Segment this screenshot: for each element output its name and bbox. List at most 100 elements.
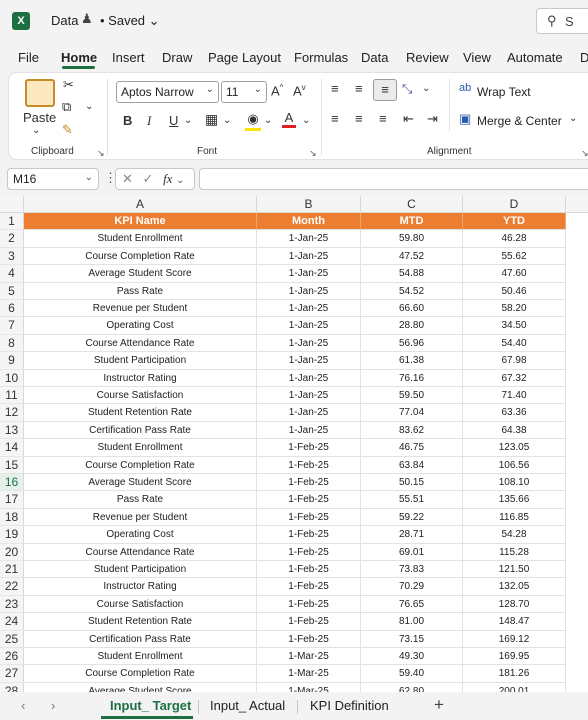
table-cell[interactable]: 54.40 <box>463 334 566 353</box>
table-cell[interactable]: Student Participation <box>24 561 257 579</box>
table-cell[interactable]: Student Retention Rate <box>24 613 257 631</box>
table-cell[interactable]: 1-Jan-25 <box>257 247 361 266</box>
table-cell[interactable]: 58.20 <box>463 300 566 318</box>
table-cell[interactable]: 1-Jan-25 <box>257 300 361 318</box>
paste-chevron-down-icon[interactable]: ⌄ <box>32 125 40 136</box>
table-cell[interactable]: 1-Jan-25 <box>257 230 361 248</box>
column-header-blank[interactable] <box>566 196 588 213</box>
table-cell[interactable]: 59.40 <box>361 665 463 683</box>
table-cell[interactable]: 49.30 <box>361 648 463 666</box>
table-cell[interactable]: 54.88 <box>361 265 463 283</box>
decrease-indent-icon[interactable]: ⇤ <box>403 111 414 127</box>
tab-view[interactable]: View <box>463 50 491 65</box>
table-cell[interactable]: 169.12 <box>463 630 566 648</box>
table-cell[interactable]: 135.66 <box>463 491 566 509</box>
next-sheet-icon[interactable]: › <box>51 698 55 713</box>
table-cell[interactable]: 62.80 <box>361 682 463 692</box>
table-cell[interactable]: 47.60 <box>463 265 566 283</box>
row-header[interactable]: 24 <box>0 613 24 631</box>
table-cell[interactable]: 55.51 <box>361 491 463 509</box>
table-cell[interactable]: 108.10 <box>463 474 566 492</box>
merge-center-button[interactable]: Merge & Center <box>477 114 562 128</box>
table-cell[interactable]: 73.83 <box>361 561 463 579</box>
formula-input[interactable] <box>199 168 588 190</box>
orientation-chevron-down-icon[interactable]: ⌄ <box>422 83 430 94</box>
font-launcher-icon[interactable]: ↘ <box>309 148 317 159</box>
row-header[interactable]: 9 <box>0 352 24 370</box>
table-cell[interactable]: 50.46 <box>463 282 566 300</box>
table-cell[interactable]: 1-Mar-25 <box>257 648 361 666</box>
wrap-text-button[interactable]: Wrap Text <box>477 85 531 99</box>
table-cell[interactable]: 67.98 <box>463 352 566 370</box>
underline-button[interactable]: U <box>169 113 178 128</box>
tab-file[interactable]: File <box>18 50 39 65</box>
table-cell[interactable]: 169.95 <box>463 648 566 666</box>
align-center-icon[interactable]: ≡ <box>355 111 363 126</box>
font-size-dropdown[interactable]: 11 ⌄ <box>221 81 267 103</box>
table-cell[interactable]: Course Satisfaction <box>24 387 257 405</box>
row-header[interactable]: 23 <box>0 595 24 614</box>
table-cell[interactable]: 1-Jan-25 <box>257 369 361 387</box>
table-cell[interactable]: Pass Rate <box>24 282 257 300</box>
decrease-font-size-icon[interactable]: Av <box>293 83 306 98</box>
row-header[interactable]: 17 <box>0 491 24 509</box>
tab-insert[interactable]: Insert <box>112 50 145 65</box>
table-cell[interactable]: 1-Jan-25 <box>257 317 361 335</box>
table-cell[interactable]: 1-Mar-25 <box>257 682 361 692</box>
table-cell[interactable]: 59.80 <box>361 230 463 248</box>
table-cell[interactable]: 1-Jan-25 <box>257 387 361 405</box>
row-header[interactable]: 26 <box>0 648 24 666</box>
copy-chevron-down-icon[interactable]: ⌄ <box>85 101 93 112</box>
row-header[interactable]: 11 <box>0 387 24 405</box>
table-cell[interactable]: Student Enrollment <box>24 230 257 248</box>
table-cell[interactable]: 73.15 <box>361 630 463 648</box>
tab-home[interactable]: Home <box>61 50 97 65</box>
cut-icon[interactable]: ✂ <box>63 77 74 93</box>
table-cell[interactable]: 123.05 <box>463 439 566 457</box>
row-header[interactable]: 22 <box>0 578 24 596</box>
table-cell[interactable]: 1-Feb-25 <box>257 613 361 631</box>
table-cell[interactable]: Revenue per Student <box>24 508 257 527</box>
table-cell[interactable]: 1-Feb-25 <box>257 595 361 614</box>
column-header-c[interactable]: C <box>361 196 463 213</box>
table-cell[interactable]: 76.16 <box>361 369 463 387</box>
row-header[interactable]: 14 <box>0 439 24 457</box>
function-chevron-down-icon[interactable]: ⌄ <box>176 175 184 186</box>
table-cell[interactable]: 1-Feb-25 <box>257 474 361 492</box>
tab-page-layout[interactable]: Page Layout <box>208 50 281 65</box>
document-title[interactable]: Data <box>51 13 78 28</box>
table-cell[interactable]: Pass Rate <box>24 491 257 509</box>
table-header-cell[interactable]: MTD <box>361 213 463 231</box>
fill-color-icon[interactable]: ◉ <box>245 111 261 131</box>
table-cell[interactable]: 1-Feb-25 <box>257 561 361 579</box>
insert-function-button[interactable]: fx <box>163 171 172 186</box>
row-header[interactable]: 4 <box>0 265 24 283</box>
table-cell[interactable]: 106.56 <box>463 456 566 474</box>
table-cell[interactable]: 1-Jan-25 <box>257 404 361 422</box>
table-header-cell[interactable]: KPI Name <box>24 213 257 231</box>
table-header-cell[interactable]: YTD <box>463 213 566 231</box>
align-left-icon[interactable]: ≡ <box>331 111 339 126</box>
table-cell[interactable]: 1-Feb-25 <box>257 491 361 509</box>
increase-font-size-icon[interactable]: A^ <box>271 83 283 98</box>
table-cell[interactable]: Instructor Rating <box>24 369 257 387</box>
fill-color-chevron-down-icon[interactable]: ⌄ <box>264 115 272 126</box>
table-cell[interactable]: 46.75 <box>361 439 463 457</box>
row-header[interactable]: 27 <box>0 665 24 683</box>
tab-review[interactable]: Review <box>406 50 449 65</box>
table-cell[interactable]: 63.36 <box>463 404 566 422</box>
table-cell[interactable]: 59.50 <box>361 387 463 405</box>
borders-icon[interactable]: ▦ <box>205 111 218 128</box>
table-cell[interactable]: 128.70 <box>463 595 566 614</box>
row-header[interactable]: 16 <box>0 474 24 492</box>
orientation-icon[interactable]: ⤡ <box>402 81 412 97</box>
borders-chevron-down-icon[interactable]: ⌄ <box>223 115 231 126</box>
wrap-text-icon[interactable]: ab <box>459 82 471 94</box>
table-cell[interactable]: Course Satisfaction <box>24 595 257 614</box>
table-cell[interactable]: 71.40 <box>463 387 566 405</box>
table-cell[interactable]: 55.62 <box>463 247 566 266</box>
sheet-tab-input-actual[interactable]: Input_ Actual <box>210 698 285 713</box>
row-header[interactable]: 12 <box>0 404 24 422</box>
table-cell[interactable]: 76.65 <box>361 595 463 614</box>
table-cell[interactable]: Average Student Score <box>24 265 257 283</box>
